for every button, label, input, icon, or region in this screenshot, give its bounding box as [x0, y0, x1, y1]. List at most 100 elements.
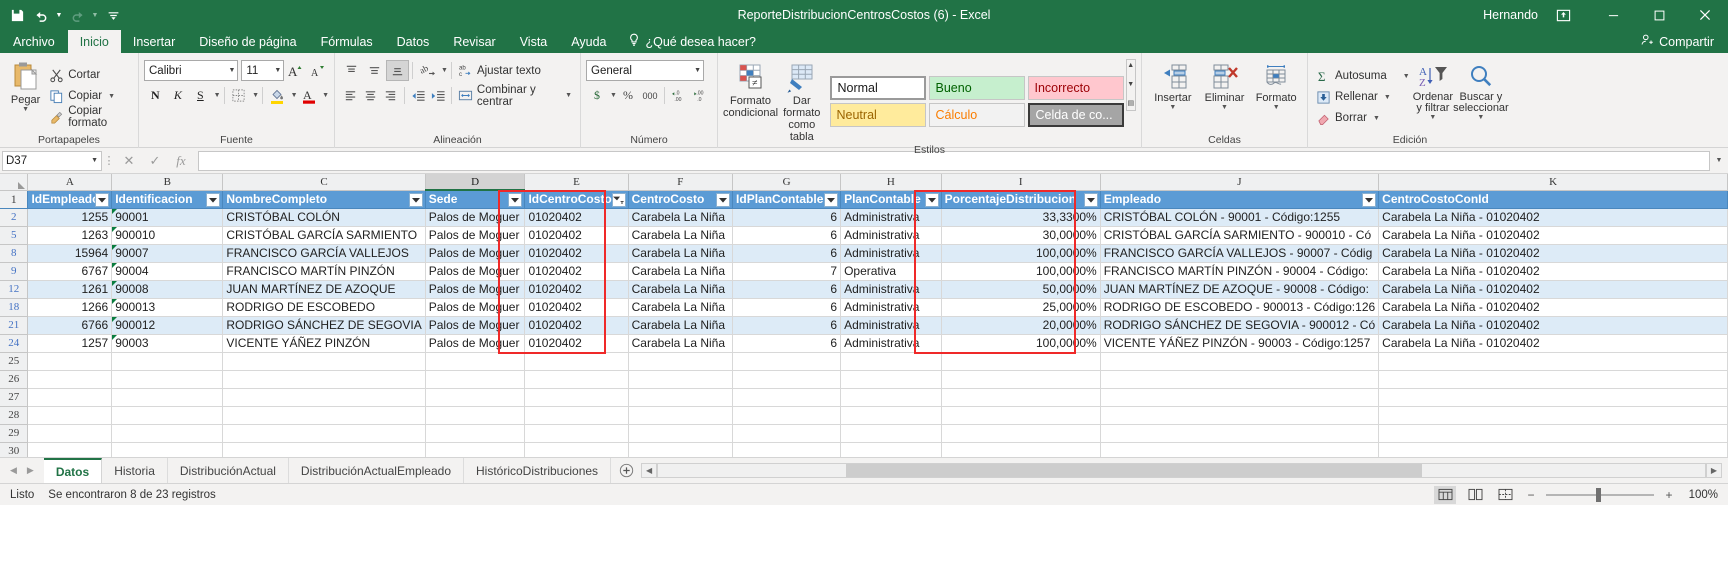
cell-E30[interactable] [524, 442, 629, 457]
column-header-b[interactable]: B [111, 174, 224, 191]
cell-A9[interactable]: 6767 [27, 262, 113, 281]
cell-H25[interactable] [840, 352, 942, 371]
sheet-tab-datos[interactable]: Datos [43, 458, 103, 483]
table-row[interactable]: 28 [0, 406, 1728, 425]
increase-font-size-button[interactable]: A [284, 60, 306, 81]
cell-K9[interactable]: Carabela La Niña - 01020402 [1378, 262, 1728, 281]
cell-H24[interactable]: Administrativa [840, 334, 942, 353]
cell-D2[interactable]: Palos de Moguer [425, 208, 526, 227]
redo-icon[interactable] [66, 4, 88, 26]
decrease-font-size-button[interactable]: A [307, 60, 329, 81]
table-row[interactable]: 18 1266 900013 RODRIGO DE ESCOBEDO Palos de … [0, 298, 1728, 317]
autosum-dropdown-icon[interactable]: ▼ [1403, 73, 1410, 80]
cell-H18[interactable]: Administrativa [840, 298, 942, 317]
bold-button[interactable]: N [144, 85, 167, 106]
table-row[interactable]: 8 15964 90007 FRANCISCO GARCÍA VALLEJOS Palo… [0, 244, 1728, 263]
cell-H2[interactable]: Administrativa [840, 208, 942, 227]
name-box[interactable]: D37 ▼ [2, 150, 102, 171]
copy-dropdown-icon[interactable]: ▼ [108, 93, 115, 100]
cell-K29[interactable] [1378, 424, 1728, 443]
cell-style-calculo[interactable]: Cálculo [928, 102, 1025, 127]
horizontal-scroll-thumb[interactable] [846, 464, 1423, 477]
sheet-tab-distribucionactual[interactable]: DistribuciónActual [168, 458, 289, 483]
cell-H26[interactable] [840, 370, 942, 389]
cell-I5[interactable]: 30,0000% [941, 226, 1101, 245]
cell-C30[interactable] [222, 442, 426, 457]
filter-icon-sede[interactable] [508, 193, 523, 207]
row-header-9[interactable]: 9 [0, 262, 29, 281]
font-name-dropdown-icon[interactable]: ▼ [228, 67, 235, 74]
increase-decimal-button[interactable]: .0.00 [668, 85, 690, 106]
comma-format-button[interactable]: 000 [639, 85, 661, 106]
tab-vista[interactable]: Vista [508, 30, 560, 53]
filter-icon-idempleado[interactable] [95, 192, 110, 207]
cell-I2[interactable]: 33,3300% [941, 208, 1101, 227]
table-row[interactable]: 5 1263 900010 CRISTÓBAL GARCÍA SARMIENTO Pal… [0, 226, 1728, 245]
cell-F27[interactable] [628, 388, 734, 407]
align-middle-button[interactable] [363, 60, 386, 81]
cell-E21[interactable]: 01020402 [524, 316, 629, 335]
cell-A29[interactable] [27, 424, 113, 443]
zoom-in-button[interactable]: + [1662, 488, 1676, 502]
filter-icon-identificacion[interactable] [206, 192, 221, 207]
column-header-a[interactable]: A [27, 174, 113, 191]
cell-F18[interactable]: Carabela La Niña [628, 298, 734, 317]
row-header-26[interactable]: 26 [0, 370, 29, 389]
select-all-corner[interactable] [0, 174, 29, 191]
cell-C8[interactable]: FRANCISCO GARCÍA VALLEJOS [222, 244, 426, 263]
scroll-right-icon[interactable]: ▶ [1706, 463, 1722, 478]
copy-button[interactable]: Copiar ▼ [46, 86, 133, 107]
column-header-f[interactable]: F [628, 174, 734, 191]
undo-icon[interactable] [30, 4, 52, 26]
filter-icon-idplancontable[interactable] [824, 192, 839, 207]
cell-G12[interactable]: 6 [732, 280, 842, 299]
cell-I24[interactable]: 100,0000% [941, 334, 1101, 353]
header-cell-identificacion[interactable]: Identificacion [111, 190, 224, 209]
format-cells-button[interactable]: Formato ▼ [1250, 60, 1302, 133]
cell-H30[interactable] [840, 442, 942, 457]
normal-view-icon[interactable] [1434, 485, 1456, 504]
row-header-28[interactable]: 28 [0, 406, 29, 425]
cell-D27[interactable] [425, 388, 526, 407]
sheet-tab-historicodistribuciones[interactable]: HistóricoDistribuciones [464, 458, 612, 483]
cell-G8[interactable]: 6 [732, 244, 842, 263]
cell-J5[interactable]: CRISTÓBAL GARCÍA SARMIENTO - 900010 - Có [1100, 226, 1380, 245]
cell-E9[interactable]: 01020402 [524, 262, 629, 281]
column-header-g[interactable]: G [732, 174, 842, 191]
align-center-button[interactable] [360, 85, 380, 106]
cell-E18[interactable]: 01020402 [524, 298, 629, 317]
table-row[interactable]: 27 [0, 388, 1728, 407]
header-cell-centrocosto[interactable]: CentroCosto [628, 190, 734, 209]
cell-J28[interactable] [1100, 406, 1380, 425]
cell-D26[interactable] [425, 370, 526, 389]
cut-button[interactable]: Cortar [46, 65, 133, 86]
font-size-combobox[interactable]: 11 ▼ [241, 60, 285, 81]
header-cell-idplancontable[interactable]: IdPlanContable [732, 190, 842, 209]
cell-H21[interactable]: Administrativa [840, 316, 942, 335]
close-button[interactable] [1682, 0, 1728, 30]
cell-F2[interactable]: Carabela La Niña [628, 208, 734, 227]
name-box-dropdown-icon[interactable]: ▼ [91, 157, 98, 164]
minimize-button[interactable] [1590, 0, 1636, 30]
number-format-combobox[interactable]: General ▼ [586, 60, 704, 81]
cell-B29[interactable] [111, 424, 224, 443]
table-row[interactable]: 29 [0, 424, 1728, 443]
customize-qat-icon[interactable] [102, 4, 124, 26]
add-sheet-button[interactable] [611, 458, 641, 483]
cell-H5[interactable]: Administrativa [840, 226, 942, 245]
cell-J29[interactable] [1100, 424, 1380, 443]
cell-H29[interactable] [840, 424, 942, 443]
cell-G30[interactable] [732, 442, 842, 457]
cell-J30[interactable] [1100, 442, 1380, 457]
styles-scroll-down-icon[interactable]: ▼ [1127, 79, 1134, 91]
cell-D24[interactable]: Palos de Moguer [425, 334, 526, 353]
maximize-button[interactable] [1636, 0, 1682, 30]
undo-dropdown-icon[interactable]: ▼ [54, 4, 64, 26]
expand-formula-bar-icon[interactable]: ▼ [1712, 151, 1726, 171]
enter-formula-icon[interactable]: ✓ [142, 151, 168, 171]
cell-F25[interactable] [628, 352, 734, 371]
table-row[interactable]: 9 6767 90004 FRANCISCO MARTÍN PINZÓN Palos d… [0, 262, 1728, 281]
fill-dropdown-icon[interactable]: ▼ [1384, 94, 1391, 101]
column-header-k[interactable]: K [1378, 174, 1728, 191]
insert-cells-dropdown-icon[interactable]: ▼ [1169, 104, 1176, 112]
